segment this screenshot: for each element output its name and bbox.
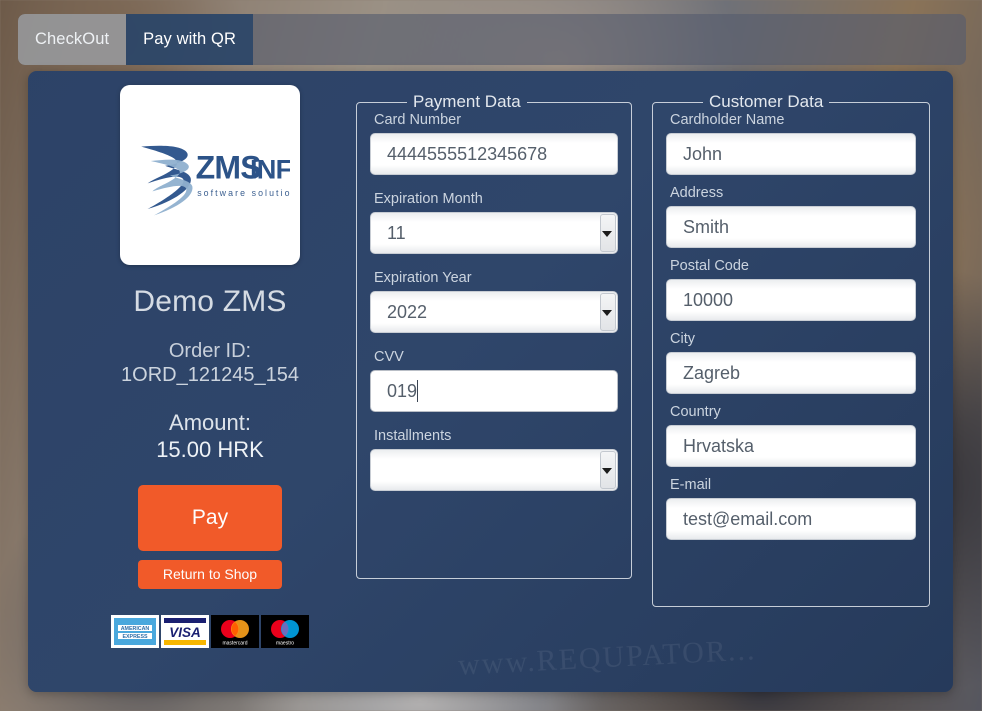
accepted-card-brands: AMERICAN EXPRESS VISA mastercard maestro <box>90 614 330 648</box>
expiration-month-label: Expiration Month <box>374 191 483 207</box>
checkout-card: www.REQUPATOR... ZMS INFO software solut… <box>28 71 953 692</box>
field-email: E-mail <box>666 477 916 540</box>
order-id-value: 1ORD_121245_154 <box>121 363 299 386</box>
background-watermark: www.REQUPATOR... <box>457 633 758 682</box>
svg-text:INFO: INFO <box>250 154 290 185</box>
country-input[interactable] <box>666 425 916 467</box>
installments-label: Installments <box>374 428 452 444</box>
order-id-label: Order ID: <box>168 339 252 362</box>
amex-card-icon: AMERICAN EXPRESS <box>111 614 159 648</box>
pay-button[interactable]: Pay <box>138 484 282 551</box>
installments-select[interactable] <box>370 449 618 491</box>
visa-card-icon: VISA <box>161 614 209 648</box>
card-number-input[interactable] <box>370 133 618 175</box>
tab-pay-with-qr-label: Pay with QR <box>143 30 236 48</box>
field-address: Address <box>666 185 916 248</box>
svg-text:EXPRESS: EXPRESS <box>122 634 147 640</box>
svg-text:maestro: maestro <box>276 640 294 646</box>
merchant-logo: ZMS INFO software solutions <box>120 85 300 265</box>
field-cvv: CVV <box>370 349 618 412</box>
svg-text:mastercard: mastercard <box>222 640 247 646</box>
cardholder-name-input[interactable] <box>666 133 916 175</box>
field-country: Country <box>666 404 916 467</box>
field-cardholder-name: Cardholder Name <box>666 112 916 175</box>
payment-data-legend: Payment Data <box>413 92 521 111</box>
field-card-number: Card Number <box>370 112 618 175</box>
svg-text:software solutions: software solutions <box>197 188 290 198</box>
zms-info-logo-icon: ZMS INFO software solutions <box>141 145 290 216</box>
mastercard-card-icon: mastercard <box>211 614 259 648</box>
email-input[interactable] <box>666 498 916 540</box>
cardholder-name-label: Cardholder Name <box>670 112 785 128</box>
postal-code-input[interactable] <box>666 279 916 321</box>
field-expiration-year: Expiration Year 2022 <box>370 270 618 333</box>
card-number-label: Card Number <box>374 112 462 128</box>
email-label: E-mail <box>670 477 712 493</box>
cvv-label: CVV <box>374 349 404 365</box>
merchant-name: Demo ZMS <box>133 285 287 318</box>
postal-code-label: Postal Code <box>670 258 749 274</box>
country-label: Country <box>670 404 721 420</box>
maestro-card-icon: maestro <box>261 614 309 648</box>
field-city: City <box>666 331 916 394</box>
customer-data-panel: Customer Data Cardholder Name Address Po… <box>652 92 930 607</box>
page-root: CheckOut Pay with QR www.REQUPATOR... ZM… <box>0 0 982 711</box>
address-input[interactable] <box>666 206 916 248</box>
city-input[interactable] <box>666 352 916 394</box>
svg-text:VISA: VISA <box>169 625 201 640</box>
svg-text:AMERICAN: AMERICAN <box>121 626 150 632</box>
customer-data-legend: Customer Data <box>709 92 824 111</box>
return-to-shop-button[interactable]: Return to Shop <box>138 559 282 589</box>
address-label: Address <box>670 185 724 201</box>
tab-pay-with-qr[interactable]: Pay with QR <box>126 14 253 65</box>
field-expiration-month: Expiration Month 11 <box>370 191 618 254</box>
field-installments: Installments <box>370 428 618 491</box>
tab-checkout-label: CheckOut <box>35 30 110 48</box>
expiration-year-label: Expiration Year <box>374 270 472 286</box>
amount-value: 15.00 HRK <box>156 436 264 462</box>
expiration-year-select[interactable]: 2022 <box>370 291 618 333</box>
tab-bar: CheckOut Pay with QR <box>18 14 966 65</box>
amount-label: Amount: <box>169 409 251 435</box>
expiration-month-select[interactable]: 11 <box>370 212 618 254</box>
merchant-column: ZMS INFO software solutions Demo ZMS Ord… <box>90 85 330 648</box>
payment-data-panel: Payment Data Card Number Expiration Mont… <box>356 92 632 579</box>
tab-checkout[interactable]: CheckOut <box>18 14 127 65</box>
cvv-input[interactable] <box>370 370 618 412</box>
city-label: City <box>670 331 695 347</box>
field-postal-code: Postal Code <box>666 258 916 321</box>
text-cursor <box>417 380 419 402</box>
